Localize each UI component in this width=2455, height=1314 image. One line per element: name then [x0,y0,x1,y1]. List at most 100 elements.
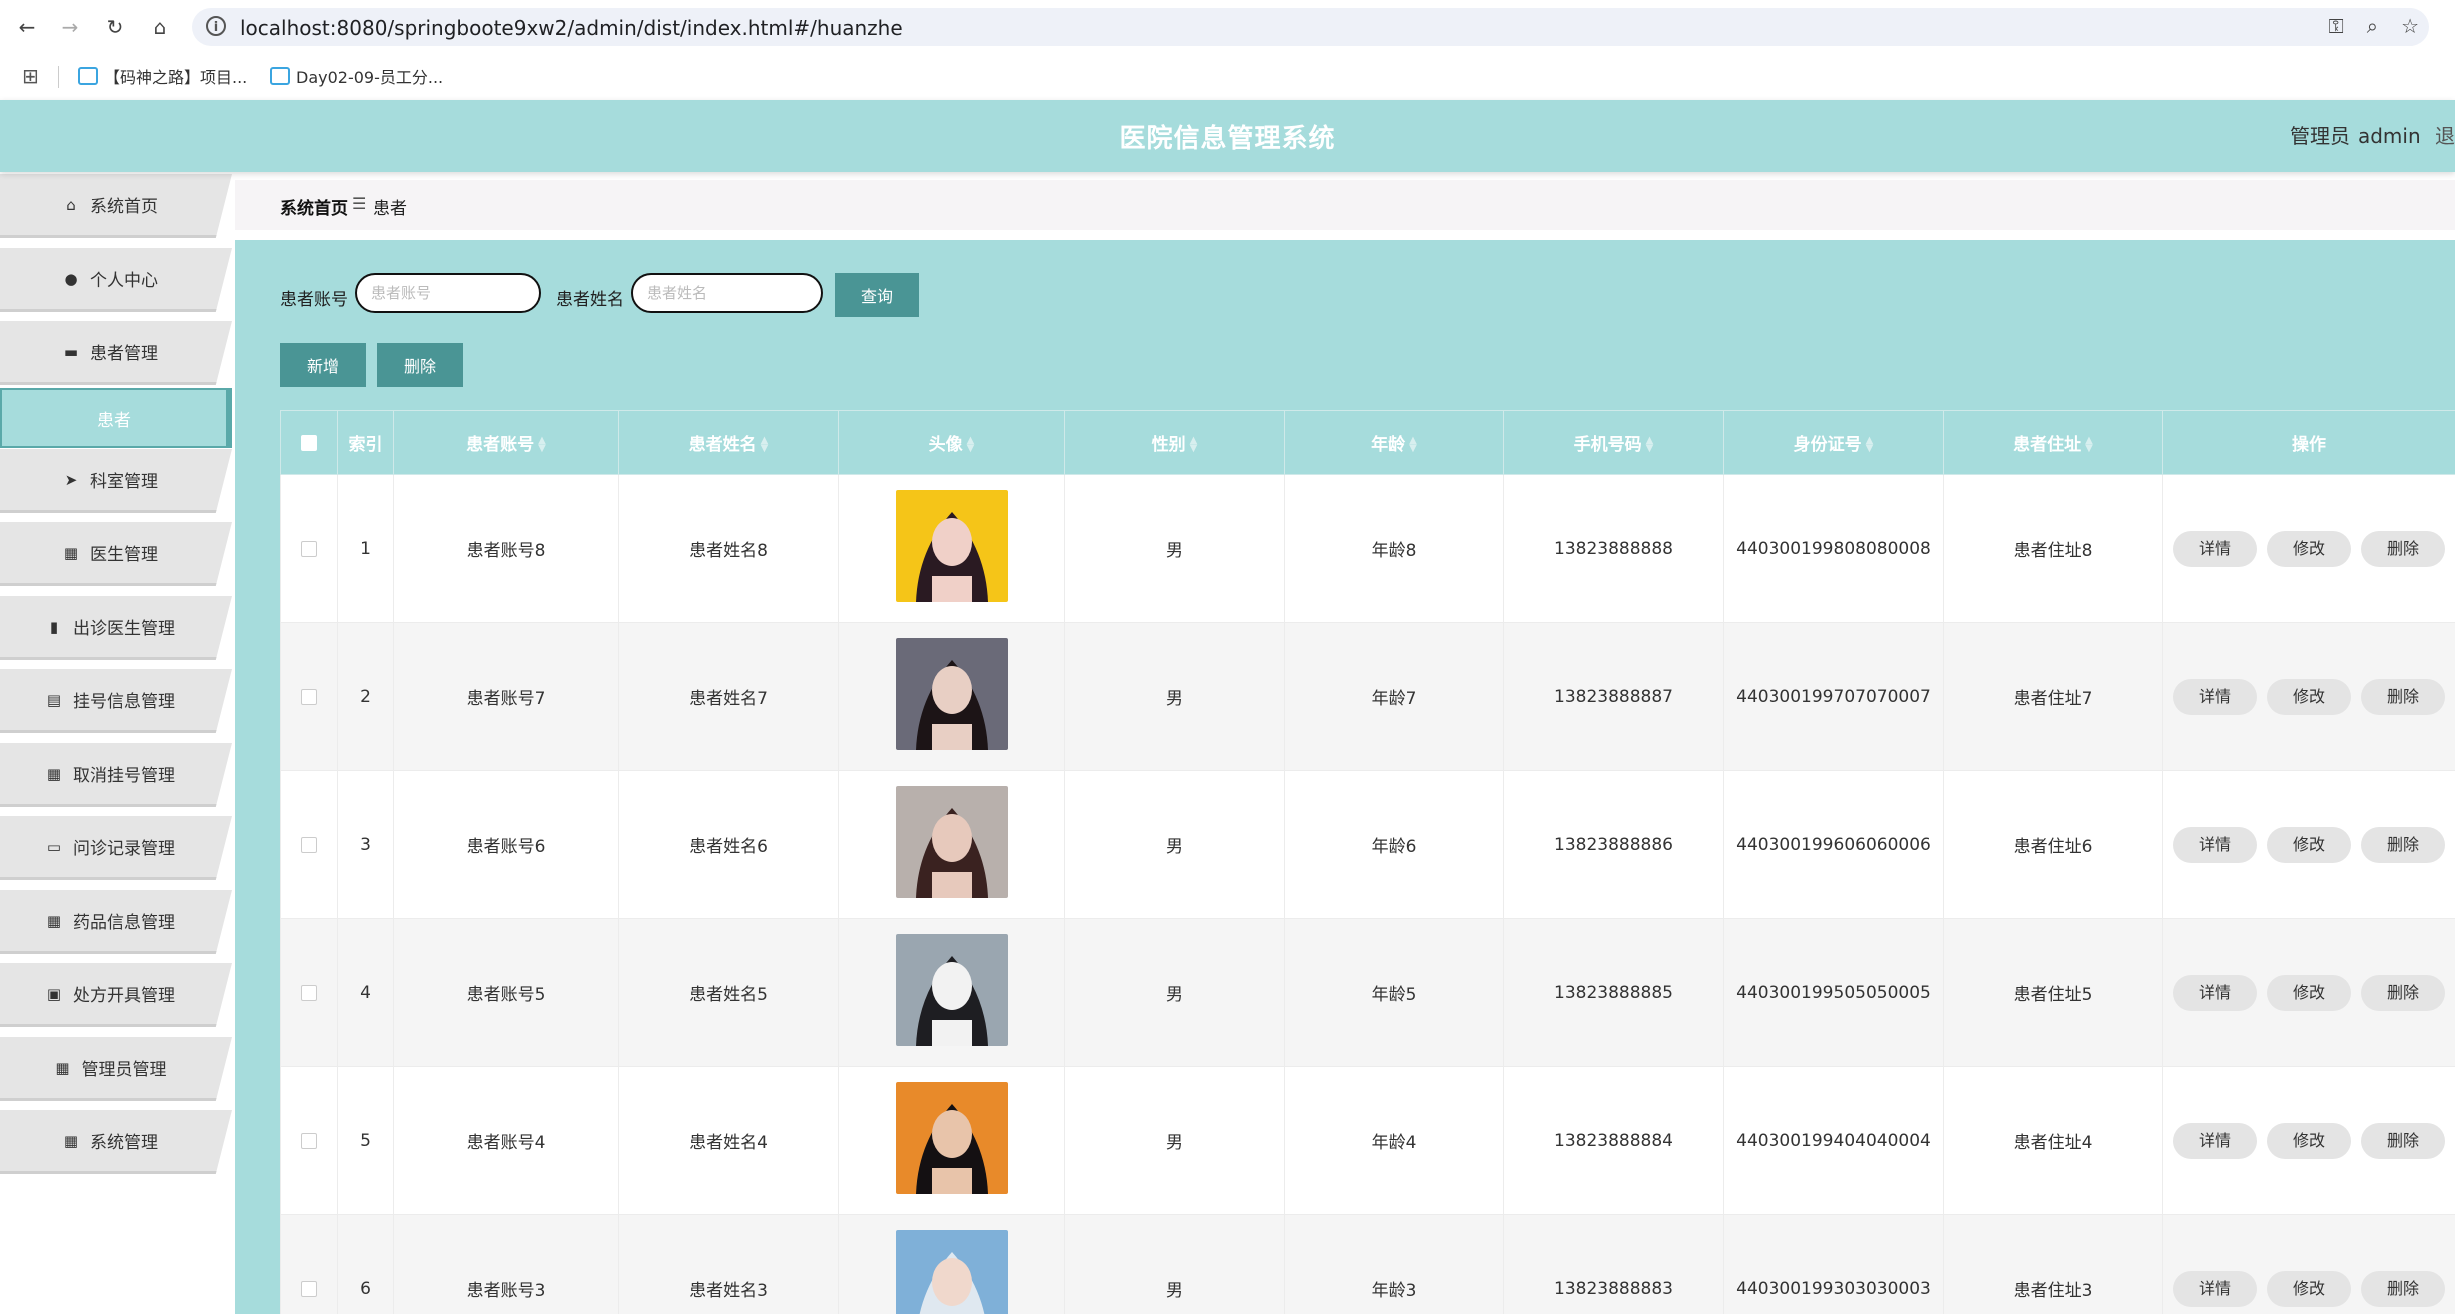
actions-cell: 详情 修改 删除 [2162,770,2455,919]
checkbox-cell[interactable] [280,1066,338,1215]
sidebar-item[interactable]: ▮ 出诊医生管理 [0,596,232,660]
monitor-icon: ▭ [46,837,62,856]
sidebar-item[interactable]: ▦ 系统管理 [0,1110,232,1174]
edit-button[interactable]: 修改 [2267,974,2351,1011]
sidebar-item[interactable]: ▦ 取消挂号管理 [0,743,232,807]
edit-button[interactable]: 修改 [2267,1122,2351,1159]
table-body: 1 患者账号8 患者姓名8 男年龄8 13823888888 44030019980808… [280,474,2455,1314]
row-checkbox[interactable] [301,984,317,1001]
select-all-checkbox[interactable] [301,434,317,451]
delete-button[interactable]: 删除 [2361,974,2445,1011]
row-checkbox[interactable] [301,1132,317,1149]
sidebar-item[interactable]: ▣ 处方开具管理 [0,963,232,1027]
batch-delete-button[interactable]: 删除 [377,343,463,387]
col-header-name[interactable]: 患者姓名 ▲ ▼ [618,410,839,475]
table-row: 4 患者账号5 患者姓名5 男年龄5 13823888885 44030019950505… [280,918,2455,1067]
bookmark-1[interactable]: 【码神之路】项目... [78,64,247,88]
col-header-account[interactable]: 患者账号 ▲ ▼ [393,410,619,475]
delete-button[interactable]: 删除 [2361,1122,2445,1159]
sort-icon[interactable]: ▲ ▼ [1409,436,1417,454]
sort-icon[interactable]: ▲ ▼ [967,436,975,454]
forward-icon[interactable]: → [55,12,85,42]
zoom-icon[interactable]: ⌕ [2367,14,2378,38]
row-checkbox[interactable] [301,1280,317,1297]
index-cell: 6 [337,1214,394,1314]
sort-icon[interactable]: ▲ ▼ [761,436,769,454]
sort-icon[interactable]: ▲ ▼ [2085,436,2093,454]
app-header: 医院信息管理系统 管理员 admin 退 [0,100,2455,172]
sidebar-item-content: ▮ 出诊医生管理 [0,596,220,657]
col-header-address[interactable]: 患者住址 ▲ ▼ [1943,410,2163,475]
select-all-cell[interactable] [280,410,338,475]
star-icon[interactable]: ☆ [2401,14,2419,38]
sort-icon[interactable]: ▲ ▼ [1646,436,1654,454]
sort-icon[interactable]: ▲ ▼ [538,436,546,454]
detail-button[interactable]: 详情 [2173,530,2257,567]
sidebar-item[interactable]: ▬ 患者管理 [0,321,232,385]
idcard-cell: 440300199505050005 [1723,918,1944,1067]
phone-cell: 13823888886 [1503,770,1724,919]
detail-button[interactable]: 详情 [2173,1270,2257,1307]
row-checkbox[interactable] [301,836,317,853]
breadcrumb-home[interactable]: 系统首页 [280,194,348,219]
sidebar-item[interactable]: ▦ 医生管理 [0,522,232,586]
sidebar-item[interactable]: ▤ 挂号信息管理 [0,669,232,733]
delete-button[interactable]: 删除 [2361,678,2445,715]
row-checkbox[interactable] [301,688,317,705]
checkbox-cell[interactable] [280,474,338,623]
name-search-input[interactable] [631,273,823,313]
account-search-input[interactable] [355,273,541,313]
phone-cell: 13823888887 [1503,622,1724,771]
edit-button[interactable]: 修改 [2267,826,2351,863]
ticket-icon: ▣ [46,984,62,1003]
delete-button[interactable]: 删除 [2361,1270,2445,1307]
col-header-avatar[interactable]: 头像 ▲ ▼ [838,410,1065,475]
address-bar[interactable]: i localhost:8080/springboote9xw2/admin/d… [192,8,2429,46]
sort-icon[interactable]: ▲ ▼ [1190,436,1198,454]
sidebar-item[interactable]: ⌂ 系统首页 [0,174,232,238]
sidebar-item[interactable]: ▦ 管理员管理 [0,1037,232,1101]
delete-button[interactable]: 删除 [2361,826,2445,863]
edit-button[interactable]: 修改 [2267,678,2351,715]
detail-button[interactable]: 详情 [2173,974,2257,1011]
bookmark-2[interactable]: Day02-09-员工分... [270,64,443,88]
name-cell: 患者姓名4 [618,1066,839,1215]
delete-button[interactable]: 删除 [2361,530,2445,567]
detail-button[interactable]: 详情 [2173,826,2257,863]
checkbox-cell[interactable] [280,622,338,771]
key-icon[interactable]: ⚿ [2328,14,2343,38]
checkbox-cell[interactable] [280,770,338,919]
apps-grid-icon[interactable]: ⊞ [22,64,39,88]
edit-button[interactable]: 修改 [2267,1270,2351,1307]
row-checkbox[interactable] [301,540,317,557]
detail-button[interactable]: 详情 [2173,678,2257,715]
col-header-gender[interactable]: 性别 ▲ ▼ [1064,410,1285,475]
edit-button[interactable]: 修改 [2267,530,2351,567]
sidebar-item-content: ➤ 科室管理 [0,449,220,510]
sidebar-item-content: ▦ 医生管理 [0,522,220,583]
col-header-idcard[interactable]: 身份证号 ▲ ▼ [1723,410,1944,475]
col-header-phone[interactable]: 手机号码 ▲ ▼ [1503,410,1724,475]
site-info-icon[interactable]: i [206,16,226,36]
back-icon[interactable]: ← [12,12,42,42]
sidebar-item[interactable]: ▦ 药品信息管理 [0,890,232,954]
sidebar-item[interactable]: ▭ 问诊记录管理 [0,816,232,880]
logout-link[interactable]: 退 [2435,124,2455,148]
reload-icon[interactable]: ↻ [100,12,130,42]
detail-button[interactable]: 详情 [2173,1122,2257,1159]
phone-cell: 13823888888 [1503,474,1724,623]
add-button[interactable]: 新增 [280,343,366,387]
query-button[interactable]: 查询 [835,273,919,317]
sidebar-item[interactable]: ● 个人中心 [0,248,232,312]
checkbox-cell[interactable] [280,918,338,1067]
sidebar-subitem-patient[interactable]: 患者 [0,388,232,448]
sidebar-item[interactable]: ➤ 科室管理 [0,449,232,513]
url-text[interactable]: localhost:8080/springboote9xw2/admin/dis… [240,16,903,40]
home-browser-icon[interactable]: ⌂ [145,12,175,42]
sidebar-item-content: ● 个人中心 [0,248,220,309]
address-cell: 患者住址5 [1943,918,2163,1067]
checkbox-cell[interactable] [280,1214,338,1314]
sort-icon[interactable]: ▲ ▼ [1866,436,1874,454]
sidebar-item-content: ⌂ 系统首页 [0,174,220,235]
col-header-age[interactable]: 年龄 ▲ ▼ [1284,410,1504,475]
